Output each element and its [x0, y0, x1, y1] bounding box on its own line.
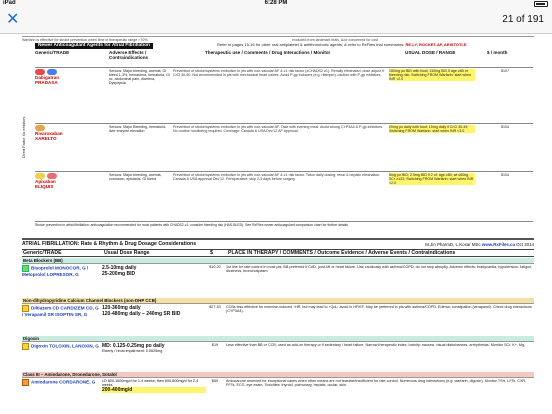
col-adverse: Adverse Effects / Contraindications [109, 50, 149, 60]
col-generic: Generic/TRADE [23, 250, 62, 256]
table-row: Digoxin TOLOXIN, LANOXIN, G MD: 0.125-0.… [22, 341, 534, 371]
dose-cell: 120-360mg daily 120-480mg daily – 240mg … [102, 305, 206, 317]
comment-cell: Prevention of stroke/systemic embolism i… [173, 125, 383, 134]
page-title: ATRIAL FIBRILLATION: Rate & Rhythm & Dru… [22, 241, 534, 249]
table-row: Dabigatran PRADAXA Serious: Major bleedi… [35, 67, 533, 123]
dose-cell: 20mg po daily with food; 15mg daily if C… [389, 125, 475, 134]
dose-cell: 150mg po BID with food; 110mg BID if age… [389, 69, 475, 82]
page-counter: 21 of 191 [502, 14, 544, 25]
viewer-toolbar: ✕ 21 of 191 [0, 8, 552, 34]
dose-secondary: Elderly / renal impairment: 0.0625mg [102, 349, 163, 353]
table-row: Bisoprolol MONOCOR, G / Metoprolol LOPRE… [22, 263, 534, 297]
table-row: Rivaroxaban XARELTO Serious: Major Bleed… [35, 123, 533, 171]
page-anticoagulants: Warfarin is effective for stroke prevent… [22, 35, 534, 235]
dose-primary: LD 800-1600mg/d for 1-4 weeks, then 600-… [102, 379, 199, 388]
drug-trade: XARELTO [35, 136, 57, 142]
dose-cell: MD: 0.125-0.25mg po daily Elderly / rena… [102, 343, 206, 353]
col-dose: USUAL DOSE / RANGE [405, 50, 456, 55]
drug-cell: Rivaroxaban XARELTO [35, 125, 107, 141]
credit-date: Oct 2014 [516, 242, 534, 247]
refer-trials: RE-LY, ROCKET-AF, ARISTOTLE [405, 42, 467, 47]
page-title-text: ATRIAL FIBRILLATION: Rate & Rhythm & Dru… [22, 241, 197, 247]
comment-cell: Prevention of stroke/systemic embolism i… [173, 69, 384, 78]
cost-cell: $107 [501, 69, 509, 73]
battery-icon [534, 1, 548, 7]
credit-site: www.RxFiles.ca [481, 242, 515, 247]
cost-cell: $19 [211, 343, 219, 347]
col-comments: PLACE IN THERAPY / COMMENTS / Outcome Ev… [228, 250, 456, 256]
col-therapeutic: Therapeutic use / Comments / Drug Intera… [205, 50, 331, 55]
status-time: 6:28 PM [264, 0, 288, 6]
drug-cell: Bisoprolol MONOCOR, G / Metoprolol LOPRE… [22, 265, 100, 277]
drug-trade: PRADAXA [35, 80, 58, 86]
refer-note: Refer to pages 15-16 for other oral anti… [217, 42, 467, 47]
column-headers: Generic/TRADE Usual Dose Range $ PLACE I… [22, 249, 534, 257]
column-headers: Generic/TRADE Adverse Effects / Contrain… [35, 50, 533, 66]
comment-cell: CCBs less effective for exercise-induced… [226, 305, 532, 314]
drug-cell: Apixaban ELIQUIS [35, 173, 107, 189]
status-bar: iPad 6:28 PM [0, 0, 552, 8]
dose-secondary: 120-480mg daily – 240mg SR BID [102, 311, 181, 317]
drug-cell: Dabigatran PRADAXA [35, 69, 107, 85]
drug-name: Digoxin TOLOXIN, LANOXIN, G [31, 343, 99, 349]
comment-cell: 1st line for rate control in most pts; B… [226, 265, 533, 274]
dose-cell: LD 800-1600mg/d for 1-4 weeks, then 600-… [102, 379, 206, 394]
capsule-image [22, 305, 29, 312]
adverse-cell: Serious: Major bleeding, anemia, contusi… [109, 173, 162, 182]
dose-cell: 5mg po BID; 2.5mg BID if 2 of: age ≥80, … [389, 173, 475, 186]
comment-cell: Prevention of stroke/systemic embolism i… [173, 173, 381, 182]
drug-cell: Digoxin TOLOXIN, LANOXIN, G [22, 343, 100, 350]
drug-name: Bisoprolol MONOCOR, G / Metoprolol LOPRE… [22, 265, 89, 277]
tablet-image [22, 379, 29, 386]
cost-cell: $65 [211, 379, 219, 383]
drug-name: Diltiazem CD CARDIZEM CD, G / Verapamil … [22, 305, 99, 317]
sideways-label: Direct Factor Xa inhibitors [22, 116, 26, 158]
col-cost: $ [210, 250, 213, 256]
section-title: Newer Anticoagulant Agents for Atrial Fi… [35, 43, 153, 49]
page-credit: M.Jin PharmD, L.Kosar MSc www.RxFiles.ca… [425, 241, 534, 248]
drug-cell: Amiodarone CORDARONE, G [22, 379, 100, 386]
comment-cell: Amiodarone reserved for exceptional case… [226, 379, 527, 388]
tablet-image [22, 265, 29, 272]
adverse-cell: Serious: Major bleeding, anemia, GI blee… [109, 69, 170, 86]
dose-cell: 2.5-10mg daily 25-200mg BID [102, 265, 206, 277]
cost-cell: $27-53 [209, 305, 221, 309]
cost-cell: $10-20 [209, 265, 221, 269]
page-atrial-fibrillation: ATRIAL FIBRILLATION: Rate & Rhythm & Dru… [22, 241, 534, 414]
adverse-cell: Serious: Major Bleeding, hematuria, live… [109, 125, 167, 134]
document-view[interactable]: Warfarin is effective for stroke prevent… [0, 35, 552, 414]
cost-cell: $104 [501, 125, 509, 129]
cost-cell: $104 [501, 173, 509, 177]
col-dose: Usual Dose Range [104, 250, 150, 256]
drug-name: Amiodarone CORDARONE, G [31, 379, 96, 385]
dose-secondary: 25-200mg BID [102, 271, 136, 277]
drug-cell: Diltiazem CD CARDIZEM CD, G / Verapamil … [22, 305, 100, 317]
drug-trade: ELIQUIS [35, 184, 54, 190]
table-row: Diltiazem CD CARDIZEM CD, G / Verapamil … [22, 303, 534, 335]
tablet-image [22, 343, 29, 350]
page-footnote: Stroke prevention in atrial fibrillation… [35, 221, 533, 227]
credit-authors: M.Jin PharmD, L.Kosar MSc [425, 242, 481, 247]
table-row: Amiodarone CORDARONE, G LD 800-1600mg/d … [22, 377, 534, 414]
close-button[interactable]: ✕ [6, 12, 19, 28]
dose-secondary: 200-400mg/d [102, 387, 206, 394]
col-generic: Generic/TRADE [35, 50, 70, 55]
col-cost: $ / month [487, 50, 508, 55]
comment-cell: Less effective than BB or CCB; used as a… [226, 343, 526, 347]
table-row: Apixaban ELIQUIS Serious: Major bleeding… [35, 171, 533, 219]
page-divider [22, 238, 534, 240]
refer-text: Refer to pages 15-16 for other oral anti… [217, 42, 405, 47]
